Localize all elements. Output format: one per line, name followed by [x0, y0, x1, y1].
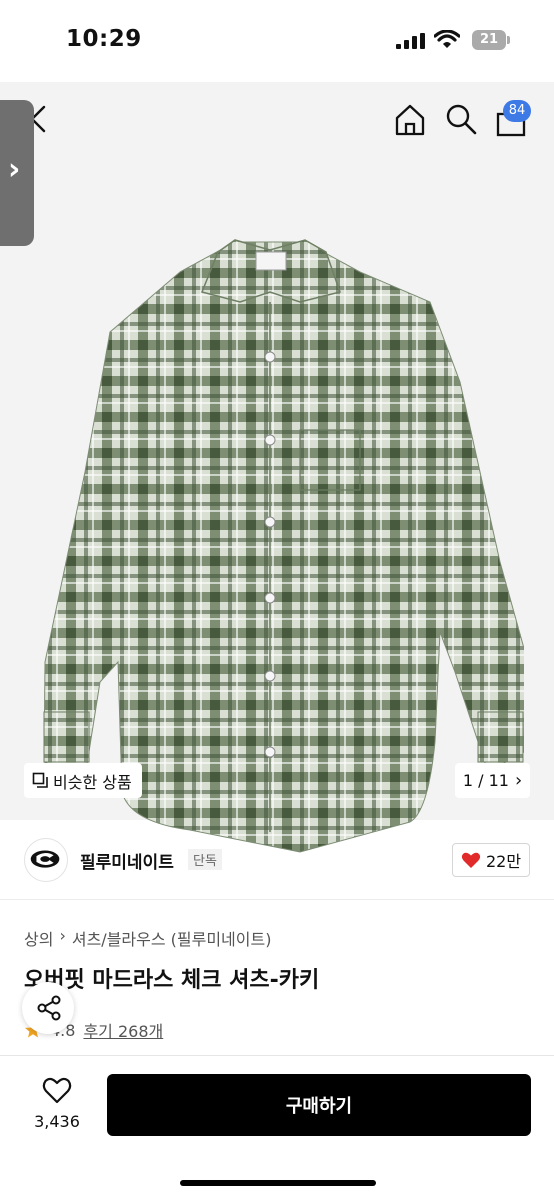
status-time: 10:29	[66, 26, 142, 52]
product-title: 오버핏 마드라스 체크 셔츠-카키	[24, 968, 320, 993]
exclusive-badge: 단독	[188, 849, 222, 870]
pager-text: 1 / 11	[462, 771, 509, 790]
breadcrumb-item[interactable]: 셔츠/블라우스 (필루미네이트)	[72, 926, 272, 950]
home-indicator	[180, 1180, 376, 1186]
image-pager[interactable]: 1 / 11 ›	[455, 763, 530, 798]
reviews-link[interactable]: 후기 268개	[83, 1018, 163, 1042]
wifi-icon	[434, 30, 460, 48]
cart-count-badge: 84	[503, 100, 531, 122]
chevron-right-icon: ›	[8, 152, 21, 187]
chevron-right-icon: ›	[59, 926, 66, 945]
wishlist-button[interactable]: 3,436	[26, 1076, 88, 1131]
brand-logo[interactable]	[24, 838, 68, 882]
wishlist-count: 3,436	[34, 1112, 80, 1131]
heart-outline-icon	[42, 1077, 72, 1104]
buy-button[interactable]: 구매하기	[107, 1074, 531, 1136]
cellular-signal-icon	[396, 33, 425, 49]
breadcrumb: 상의 › 셔츠/블라우스 (필루미네이트)	[24, 926, 271, 950]
battery-icon: 21	[472, 30, 510, 50]
share-icon	[37, 995, 61, 1021]
chevron-right-icon: ›	[514, 770, 523, 791]
similar-products-label: 비슷한 상품	[53, 772, 132, 792]
brand-name[interactable]: 필루미네이트	[80, 848, 174, 873]
share-button[interactable]	[22, 982, 74, 1034]
similar-products-button[interactable]: 비슷한 상품	[24, 763, 142, 798]
status-bar: 10:29 21	[0, 0, 554, 82]
similar-icon	[32, 772, 48, 788]
home-icon[interactable]	[392, 102, 428, 138]
search-icon[interactable]	[444, 102, 478, 136]
brand-row: 필루미네이트 단독 22만	[0, 820, 554, 900]
brand-like-button[interactable]: 22만	[452, 843, 530, 877]
breadcrumb-item[interactable]: 상의	[24, 926, 53, 950]
heart-icon	[461, 852, 481, 868]
side-drawer-tab[interactable]: ›	[0, 100, 34, 246]
product-gallery[interactable]	[0, 82, 554, 853]
bottom-action-bar: 3,436 구매하기	[0, 1055, 554, 1200]
battery-level: 21	[479, 32, 499, 47]
brand-logo-mark	[30, 850, 60, 868]
brand-like-count: 22만	[485, 852, 522, 871]
